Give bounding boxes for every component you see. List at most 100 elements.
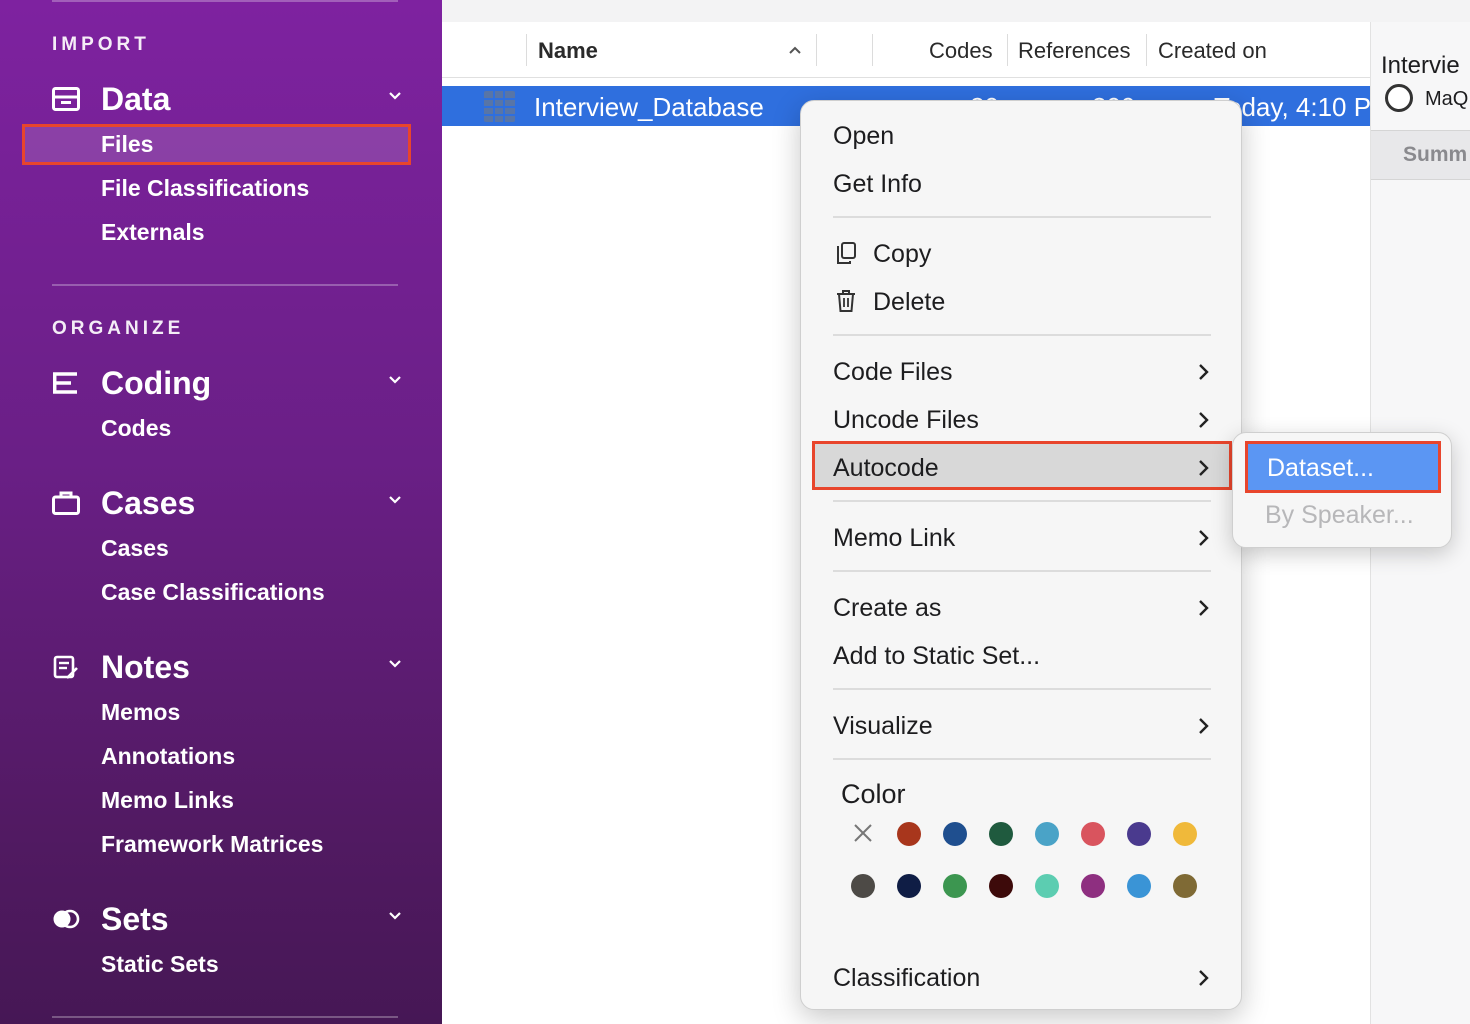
dataset-icon: [484, 91, 515, 122]
context-menu: Open Get Info Copy Delete Code Files Unc…: [800, 100, 1242, 1010]
column-separator: [1007, 34, 1008, 66]
color-swatch[interactable]: [1173, 874, 1197, 898]
chevron-right-icon: [1199, 718, 1209, 734]
menu-item-open[interactable]: Open: [833, 121, 894, 151]
sidebar-group-label: Coding: [101, 364, 212, 401]
column-separator: [816, 34, 817, 66]
menu-separator: [833, 688, 1211, 690]
sidebar-divider: [52, 0, 398, 2]
menu-item-classification[interactable]: Classification: [833, 963, 980, 993]
sidebar-item-file-classifications[interactable]: File Classifications: [101, 174, 309, 202]
sidebar-divider: [52, 284, 398, 286]
sidebar-group-data[interactable]: Data: [52, 79, 402, 119]
sidebar-item-static-sets[interactable]: Static Sets: [101, 950, 219, 978]
sidebar-group-sets[interactable]: Sets: [52, 899, 402, 939]
menu-item-get-info[interactable]: Get Info: [833, 169, 922, 199]
sidebar-item-cases[interactable]: Cases: [101, 534, 169, 562]
sidebar-group-notes[interactable]: Notes: [52, 647, 402, 687]
sidebar-group-cases[interactable]: Cases: [52, 483, 402, 523]
sidebar-item-framework-matrices[interactable]: Framework Matrices: [101, 830, 323, 858]
menu-separator: [833, 570, 1211, 572]
menu-item-memo-link[interactable]: Memo Link: [833, 523, 955, 553]
submenu-item-dataset-label: Dataset...: [1267, 454, 1374, 482]
sidebar-group-label: Notes: [101, 648, 190, 685]
chevron-down-icon[interactable]: [388, 373, 402, 387]
section-import: IMPORT: [52, 34, 150, 55]
column-separator: [1146, 34, 1147, 66]
menu-item-create-as[interactable]: Create as: [833, 593, 941, 623]
color-swatch[interactable]: [897, 822, 921, 846]
chevron-right-icon: [1199, 364, 1209, 380]
menu-item-uncode-files[interactable]: Uncode Files: [833, 405, 979, 435]
detail-title: Intervie: [1381, 52, 1460, 79]
briefcase-icon: [52, 489, 80, 517]
color-swatch[interactable]: [943, 822, 967, 846]
column-created-on[interactable]: Created on: [1158, 38, 1267, 64]
menu-separator: [833, 216, 1211, 218]
toggle-icon: [52, 905, 80, 933]
sidebar-group-coding[interactable]: Coding: [52, 363, 402, 403]
submenu-item-by-speaker: By Speaker...: [1265, 501, 1414, 529]
color-swatch[interactable]: [1173, 822, 1197, 846]
sidebar-item-memos[interactable]: Memos: [101, 698, 180, 726]
sidebar-item-annotations[interactable]: Annotations: [101, 742, 235, 770]
radio-button[interactable]: [1385, 84, 1413, 112]
copy-icon: [837, 242, 856, 264]
inbox-icon: [52, 85, 80, 113]
row-file-name: Interview_Database: [534, 92, 764, 122]
chevron-right-icon: [1199, 460, 1209, 476]
sidebar-group-label: Cases: [101, 484, 196, 521]
radio-label: MaQ: [1425, 88, 1469, 110]
color-swatch[interactable]: [851, 874, 875, 898]
sidebar-item-codes[interactable]: Codes: [101, 414, 171, 442]
color-swatch[interactable]: [1035, 822, 1059, 846]
color-swatch[interactable]: [989, 874, 1013, 898]
tab-summary-label: Summ: [1403, 143, 1468, 166]
sidebar-item-files[interactable]: Files: [101, 130, 153, 158]
sidebar-item-memo-links[interactable]: Memo Links: [101, 786, 234, 814]
chevron-right-icon: [1199, 600, 1209, 616]
chevron-down-icon[interactable]: [388, 493, 402, 507]
toolbar-strip: [442, 0, 1470, 22]
chevron-up-icon[interactable]: [788, 43, 802, 57]
color-swatch[interactable]: [1127, 822, 1151, 846]
color-swatch[interactable]: [989, 822, 1013, 846]
menu-item-code-files[interactable]: Code Files: [833, 357, 953, 387]
sidebar: IMPORT Data Files File Classifications E…: [0, 0, 442, 1024]
menu-color-title: Color: [841, 779, 906, 809]
chevron-down-icon[interactable]: [388, 909, 402, 923]
no-color-icon[interactable]: [853, 823, 873, 843]
trash-icon: [837, 290, 855, 312]
color-swatch[interactable]: [943, 874, 967, 898]
sidebar-divider: [52, 1016, 398, 1018]
autocode-submenu: Dataset... By Speaker...: [1232, 432, 1452, 548]
color-swatch[interactable]: [1035, 874, 1059, 898]
menu-item-delete[interactable]: Delete: [873, 287, 945, 317]
menu-item-copy[interactable]: Copy: [873, 239, 931, 269]
tab-summary[interactable]: Summ: [1371, 130, 1470, 180]
column-separator: [872, 34, 873, 66]
menu-item-add-to-static-set[interactable]: Add to Static Set...: [833, 641, 1040, 671]
chevron-right-icon: [1199, 412, 1209, 428]
sidebar-item-externals[interactable]: Externals: [101, 218, 205, 246]
color-swatch[interactable]: [897, 874, 921, 898]
menu-item-autocode[interactable]: Autocode: [833, 453, 939, 483]
color-swatch[interactable]: [1127, 874, 1151, 898]
coding-icon: [52, 369, 80, 397]
section-organize: ORGANIZE: [52, 318, 185, 339]
chevron-down-icon[interactable]: [388, 657, 402, 671]
menu-separator: [833, 334, 1211, 336]
notes-icon: [52, 653, 80, 681]
column-header: Name Codes References Created on: [442, 22, 1370, 78]
chevron-down-icon[interactable]: [388, 89, 402, 103]
column-references[interactable]: References: [1018, 38, 1131, 64]
column-name[interactable]: Name: [538, 38, 598, 64]
sidebar-item-case-classifications[interactable]: Case Classifications: [101, 578, 325, 606]
column-codes[interactable]: Codes: [929, 38, 993, 64]
chevron-right-icon: [1199, 530, 1209, 546]
color-swatch[interactable]: [1081, 822, 1105, 846]
menu-separator: [833, 758, 1211, 760]
menu-item-visualize[interactable]: Visualize: [833, 711, 933, 741]
submenu-item-dataset[interactable]: Dataset...: [1245, 441, 1441, 493]
color-swatch[interactable]: [1081, 874, 1105, 898]
